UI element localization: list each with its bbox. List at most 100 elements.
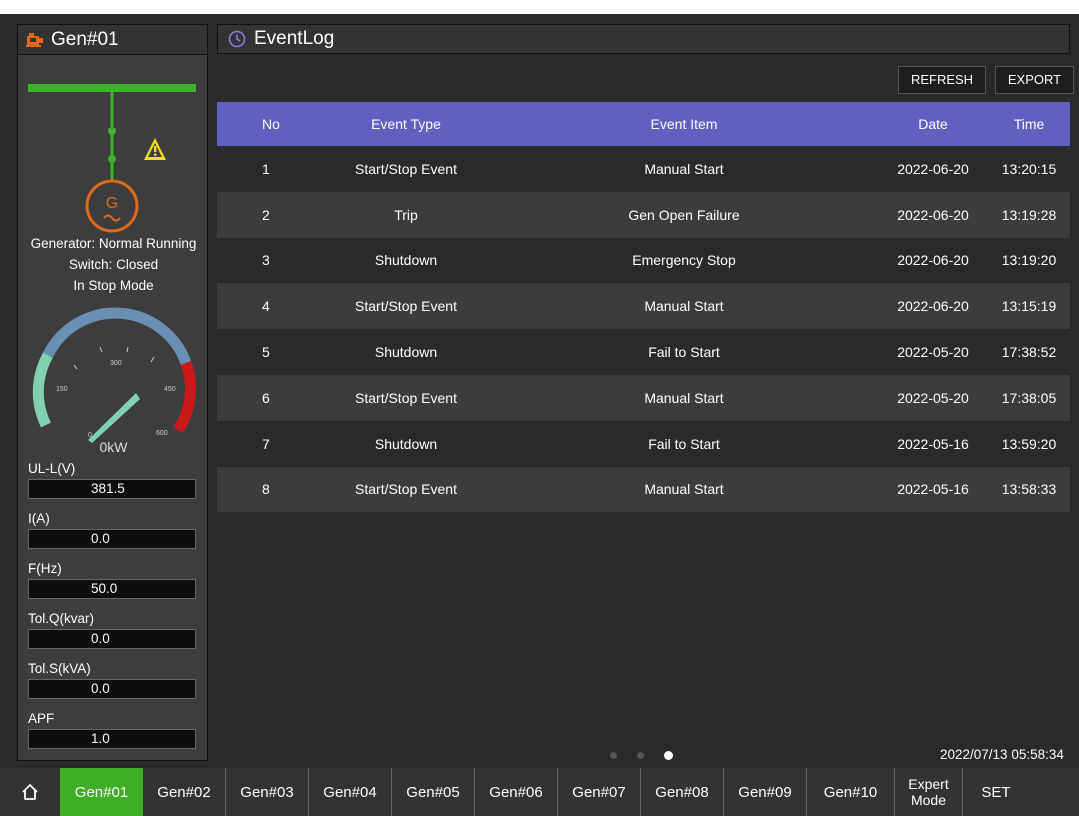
column-header-time: Time xyxy=(1013,116,1045,132)
breaker-node-top xyxy=(108,127,116,135)
meter-current: I(A) 0.0 xyxy=(28,511,198,549)
gauge-tick-150: 150 xyxy=(56,386,68,393)
nav-gen-04[interactable]: Gen#04 xyxy=(309,768,392,816)
table-row[interactable]: 3 Shutdown Emergency Stop 2022-06-20 13:… xyxy=(217,237,1070,284)
cell-no: 2 xyxy=(262,206,270,223)
cell-date: 2022-06-20 xyxy=(897,206,969,223)
cell-date: 2022-05-16 xyxy=(897,481,969,498)
breaker-node-bottom xyxy=(108,155,116,163)
cell-event-type: Start/Stop Event xyxy=(355,481,457,498)
clock-icon xyxy=(228,30,246,48)
cell-date: 2022-05-16 xyxy=(897,435,969,452)
cell-time: 13:59:20 xyxy=(1001,435,1057,452)
generator-panel-header: Gen#01 xyxy=(18,25,207,55)
cell-time: 13:19:20 xyxy=(1001,252,1057,269)
meter-label: UL-L(V) xyxy=(28,461,76,476)
page-dot-1[interactable] xyxy=(610,752,617,759)
busbar xyxy=(28,84,196,92)
cell-time: 13:19:28 xyxy=(1001,206,1057,223)
warning-icon xyxy=(144,138,166,160)
meter-value: 0.0 xyxy=(28,629,196,649)
generator-name: Gen#01 xyxy=(51,28,119,50)
meter-reactive-power: Tol.Q(kvar) 0.0 xyxy=(28,611,198,649)
cell-no: 8 xyxy=(262,481,270,498)
expert-mode-button[interactable]: Expert Mode xyxy=(895,768,963,816)
meter-apparent-power: Tol.S(kVA) 0.0 xyxy=(28,661,198,699)
export-button[interactable]: EXPORT xyxy=(995,66,1074,94)
cell-date: 2022-06-20 xyxy=(897,160,969,177)
cell-event-type: Start/Stop Event xyxy=(355,298,457,315)
table-row[interactable]: 1 Start/Stop Event Manual Start 2022-06-… xyxy=(217,146,1070,192)
table-row[interactable]: 2 Trip Gen Open Failure 2022-06-20 13:19… xyxy=(217,191,1070,238)
nav-gen-08[interactable]: Gen#08 xyxy=(641,768,724,816)
cell-event-item: Emergency Stop xyxy=(632,252,736,269)
cell-event-item: Fail to Start xyxy=(648,435,720,452)
cell-event-type: Start/Stop Event xyxy=(355,389,457,406)
cell-event-type: Shutdown xyxy=(374,252,438,269)
status-mode: In Stop Mode xyxy=(73,278,154,293)
nav-gen-07[interactable]: Gen#07 xyxy=(558,768,641,816)
table-row[interactable]: 5 Shutdown Fail to Start 2022-05-20 17:3… xyxy=(217,329,1070,375)
cell-event-item: Manual Start xyxy=(644,298,724,315)
nav-gen-10[interactable]: Gen#10 xyxy=(807,768,895,816)
cell-no: 3 xyxy=(262,252,270,269)
expert-mode-line1: Expert xyxy=(908,776,949,792)
status-generator: Generator: Normal Running xyxy=(30,236,197,251)
cell-time: 17:38:52 xyxy=(1001,344,1057,361)
expert-mode-line2: Mode xyxy=(910,792,947,808)
page-dot-3[interactable] xyxy=(664,751,673,760)
nav-gen-03[interactable]: Gen#03 xyxy=(226,768,309,816)
event-log-table: No Event Type Event Item Date Time 1 Sta… xyxy=(217,102,1070,513)
column-header-event-type: Event Type xyxy=(371,116,441,132)
nav-gen-09[interactable]: Gen#09 xyxy=(724,768,807,816)
generator-status: Generator: Normal Running Switch: Closed… xyxy=(18,233,209,296)
gauge-arc-high xyxy=(173,361,196,434)
home-icon xyxy=(22,784,38,800)
nav-gen-06[interactable]: Gen#06 xyxy=(475,768,558,816)
gauge-arc-mid xyxy=(43,307,192,365)
cell-time: 17:38:05 xyxy=(1001,389,1057,406)
meter-power-factor: APF 1.0 xyxy=(28,711,198,749)
cell-no: 6 xyxy=(262,389,270,406)
table-row[interactable]: 4 Start/Stop Event Manual Start 2022-06-… xyxy=(217,283,1070,330)
nav-gen-01[interactable]: Gen#01 xyxy=(60,768,143,816)
cell-time: 13:15:19 xyxy=(1001,298,1057,315)
meter-value: 0.0 xyxy=(28,679,196,699)
meter-label: F(Hz) xyxy=(28,561,62,576)
nav-gen-05[interactable]: Gen#05 xyxy=(392,768,475,816)
bottom-nav: Gen#01 Gen#02 Gen#03 Gen#04 Gen#05 Gen#0… xyxy=(0,768,1079,816)
column-header-no: No xyxy=(262,116,280,132)
nav-gen-02[interactable]: Gen#02 xyxy=(143,768,226,816)
meter-value: 1.0 xyxy=(28,729,196,749)
cell-event-item: Manual Start xyxy=(644,481,724,498)
refresh-button[interactable]: REFRESH xyxy=(898,66,986,94)
set-button[interactable]: SET xyxy=(963,768,1029,816)
table-row[interactable]: 6 Start/Stop Event Manual Start 2022-05-… xyxy=(217,374,1070,421)
table-row[interactable]: 8 Start/Stop Event Manual Start 2022-05-… xyxy=(217,466,1070,513)
cell-event-item: Fail to Start xyxy=(648,344,720,361)
meter-value: 381.5 xyxy=(28,479,196,499)
table-header-row: No Event Type Event Item Date Time xyxy=(217,102,1070,146)
cell-no: 5 xyxy=(262,344,270,361)
gauge-value: 0kW xyxy=(99,439,128,455)
cell-date: 2022-06-20 xyxy=(897,298,969,315)
cell-event-type: Trip xyxy=(394,206,418,223)
generator-symbol-wave xyxy=(103,214,121,222)
page-dot-2[interactable] xyxy=(637,752,644,759)
system-datetime: 2022/07/13 05:58:34 xyxy=(940,747,1064,762)
cell-date: 2022-05-20 xyxy=(897,344,969,361)
page-header: EventLog xyxy=(217,24,1070,54)
cell-date: 2022-06-20 xyxy=(897,252,969,269)
app-frame: Gen#01 G Generator: Normal Running Switc… xyxy=(0,14,1079,816)
table-row[interactable]: 7 Shutdown Fail to Start 2022-05-16 13:5… xyxy=(217,420,1070,467)
meter-label: APF xyxy=(28,711,55,726)
generator-icon xyxy=(26,32,43,47)
gauge-tick-600: 600 xyxy=(156,430,168,437)
cell-date: 2022-05-20 xyxy=(897,389,969,406)
meter-frequency: F(Hz) 50.0 xyxy=(28,561,198,599)
cell-event-item: Manual Start xyxy=(644,389,724,406)
page-title: EventLog xyxy=(254,28,335,49)
meter-voltage: UL-L(V) 381.5 xyxy=(28,461,198,499)
cell-no: 4 xyxy=(262,298,270,315)
home-button[interactable] xyxy=(0,768,60,816)
